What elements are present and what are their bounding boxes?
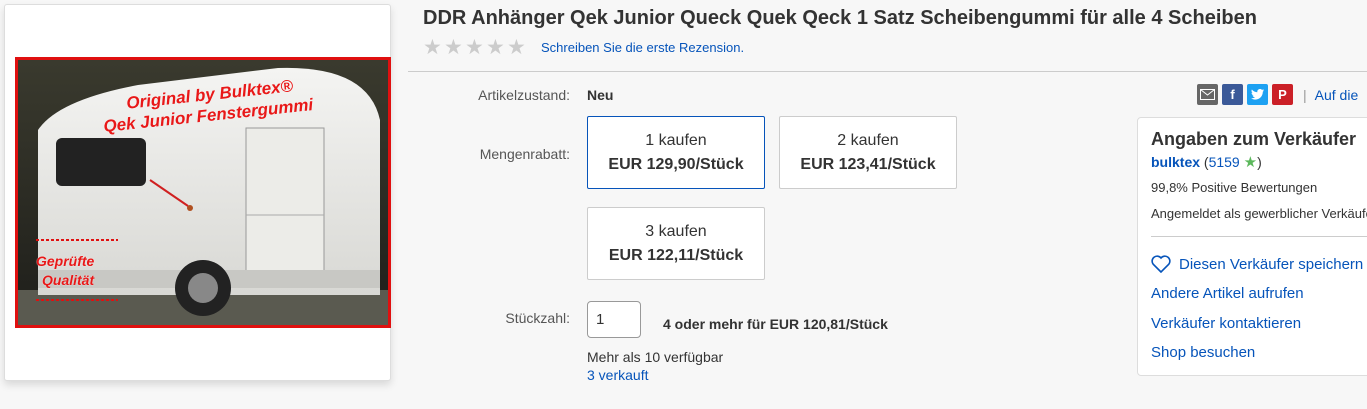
bulk-discount-note: 4 oder mehr für EUR 120,81/Stück <box>663 316 888 332</box>
tier-qty: 1 kaufen <box>645 132 707 149</box>
save-seller-label: Diesen Verkäufer speichern <box>1179 255 1364 273</box>
visit-shop-link[interactable]: Shop besuchen <box>1151 344 1255 361</box>
seller-box-title: Angaben zum Verkäufer <box>1151 129 1357 149</box>
sold-count-link[interactable]: 3 verkauft <box>587 367 648 383</box>
product-title: DDR Anhänger Qek Junior Queck Quek Qeck … <box>423 7 1257 29</box>
quantity-input[interactable] <box>587 301 641 338</box>
tier-qty: 2 kaufen <box>837 132 899 149</box>
star-icon: ★ <box>444 36 463 59</box>
score-close: ) <box>1257 154 1262 170</box>
star-icon: ★ <box>507 36 526 59</box>
tier-price: EUR 123,41/Stück <box>800 156 936 173</box>
discount-label: Mengenrabatt: <box>479 146 570 162</box>
feedback-score-link[interactable]: 5159 <box>1209 154 1240 170</box>
watermark-line3: Geprüfte <box>36 253 95 269</box>
tier-1-option[interactable]: 1 kaufen EUR 129,90/Stück <box>587 116 765 189</box>
tier-3-option[interactable]: 3 kaufen EUR 122,11/Stück <box>587 207 765 280</box>
write-review-link[interactable]: Schreiben Sie die erste Rezension. <box>541 40 744 55</box>
star-icon: ★ <box>486 36 505 59</box>
product-image[interactable]: Original by Bulktex® Qek Junior Fensterg… <box>15 57 391 328</box>
save-seller-button[interactable]: Diesen Verkäufer speichern <box>1151 255 1363 273</box>
condition-label: Artikelzustand: <box>478 87 570 103</box>
share-row: f P | Auf die <box>1197 84 1358 105</box>
tier-price: EUR 129,90/Stück <box>608 156 744 173</box>
tier-2-option[interactable]: 2 kaufen EUR 123,41/Stück <box>779 116 957 189</box>
contact-seller-link[interactable]: Verkäufer kontaktieren <box>1151 315 1301 332</box>
seller-info-box: Angaben zum Verkäufer bulktex (5159 ★) 9… <box>1137 117 1367 376</box>
other-items-link[interactable]: Andere Artikel aufrufen <box>1151 285 1304 302</box>
share-separator: | <box>1303 86 1307 103</box>
star-icon: ★ <box>465 36 484 59</box>
watermark-line4: Qualität <box>42 272 95 288</box>
product-image-card[interactable]: Original by Bulktex® Qek Junior Fensterg… <box>4 4 391 381</box>
divider <box>408 71 1367 72</box>
pinterest-share-icon[interactable]: P <box>1272 84 1293 105</box>
twitter-share-icon[interactable] <box>1247 84 1268 105</box>
watch-link[interactable]: Auf die <box>1315 87 1359 103</box>
seller-divider <box>1151 236 1367 237</box>
green-star-icon: ★ <box>1243 154 1258 171</box>
positive-feedback: 99,8% Positive Bewertungen <box>1151 180 1318 195</box>
email-share-icon[interactable] <box>1197 84 1218 105</box>
tier-price: EUR 122,11/Stück <box>608 247 744 264</box>
availability-text: Mehr als 10 verfügbar <box>587 349 724 365</box>
condition-value: Neu <box>587 87 614 103</box>
rating-stars[interactable]: ★ ★ ★ ★ ★ <box>423 36 527 59</box>
star-icon: ★ <box>423 36 442 59</box>
quantity-label: Stückzahl: <box>505 310 570 326</box>
heart-icon <box>1151 255 1171 273</box>
seller-name-line: bulktex (5159 ★) <box>1151 153 1262 171</box>
seller-registration: Angemeldet als gewerblicher Verkäufer <box>1151 206 1367 221</box>
tier-qty: 3 kaufen <box>645 223 707 240</box>
seller-name-link[interactable]: bulktex <box>1151 154 1200 170</box>
facebook-share-icon[interactable]: f <box>1222 84 1243 105</box>
